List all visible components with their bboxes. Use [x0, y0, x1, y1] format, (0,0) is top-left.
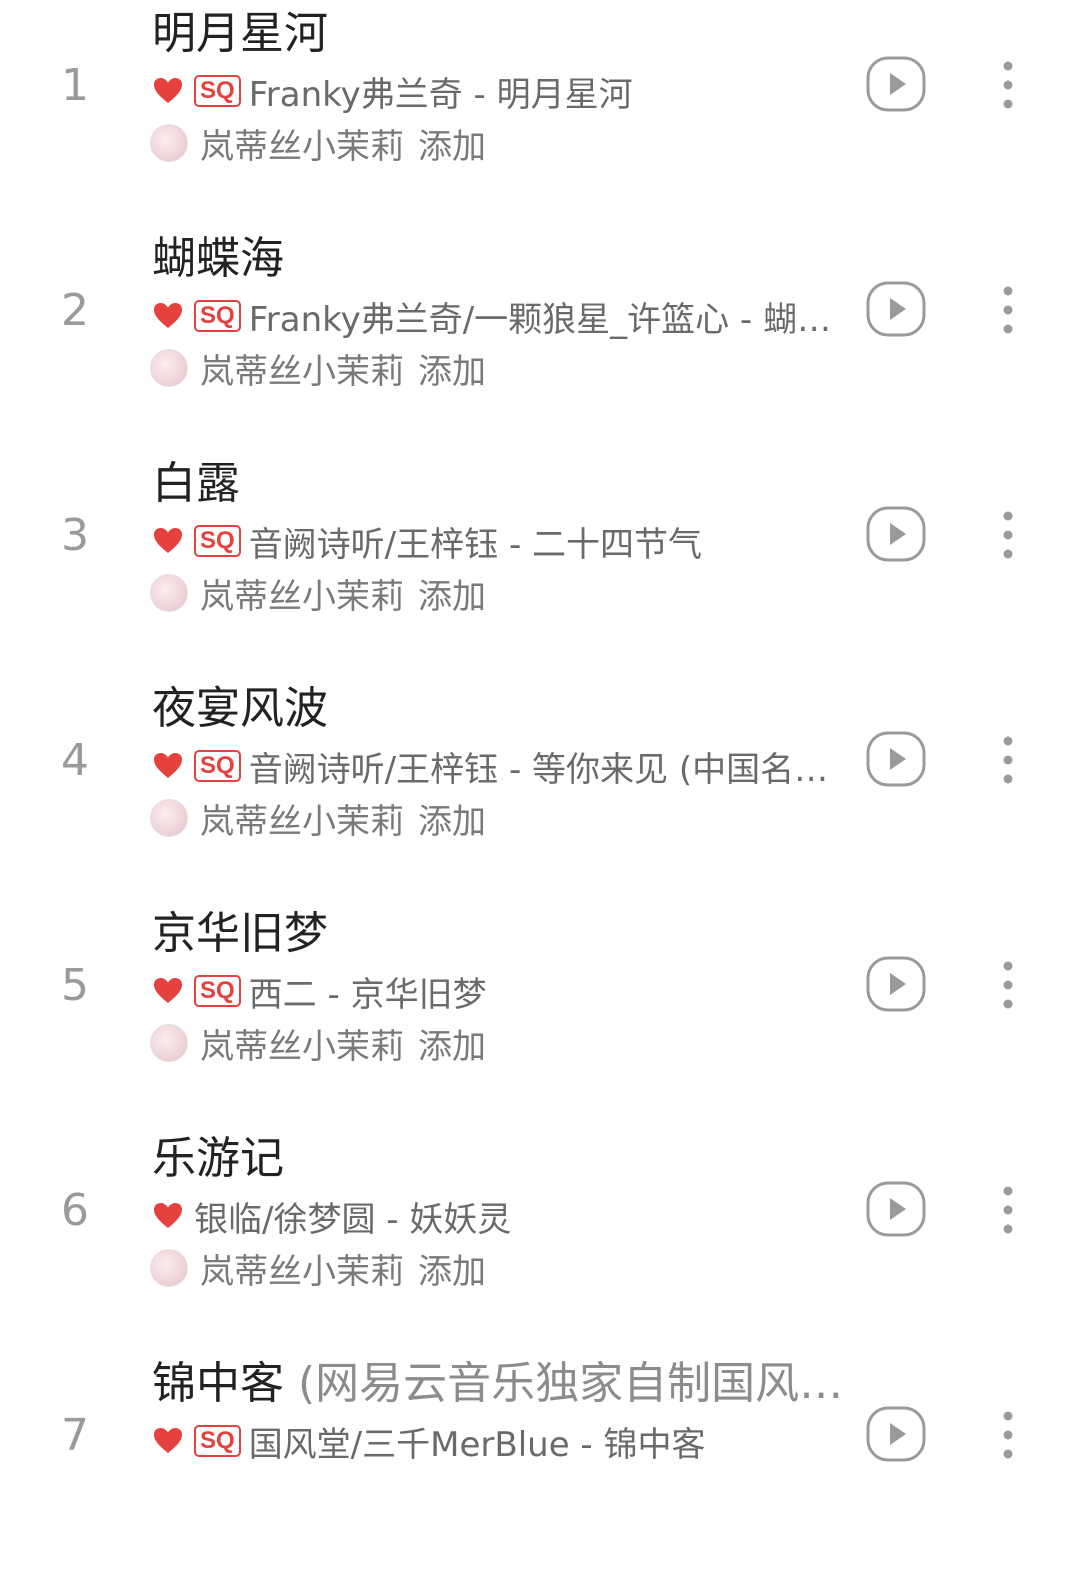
play-circle-icon[interactable] — [866, 56, 926, 112]
more-vertical-icon[interactable] — [990, 958, 1026, 1012]
added-by-line: 岚蒂丝小茉莉 添加 — [150, 568, 486, 618]
avatar — [150, 574, 188, 612]
song-title-main: 京华旧梦 — [152, 908, 328, 959]
added-by-line: 岚蒂丝小茉莉 添加 — [150, 793, 486, 843]
song-rank: 5 — [61, 960, 89, 1011]
song-meta: SQ Franky弗兰奇/一颗狼星_许篮心 - 蝴… — [152, 291, 842, 341]
avatar — [150, 799, 188, 837]
artist-album-text: 国风堂/三千MerBlue - 锦中客 — [248, 1424, 706, 1465]
song-title: 乐游记 — [152, 1131, 284, 1187]
song-rank: 6 — [61, 1185, 89, 1236]
sq-badge: SQ — [194, 300, 241, 332]
added-by-user: 岚蒂丝小茉莉 — [200, 1026, 404, 1067]
added-by-user: 岚蒂丝小茉莉 — [200, 801, 404, 842]
heart-icon[interactable] — [152, 975, 184, 1007]
heart-icon[interactable] — [152, 750, 184, 782]
more-vertical-icon[interactable] — [990, 58, 1026, 112]
heart-icon[interactable] — [152, 1200, 184, 1232]
song-title-main: 锦中客 — [152, 1358, 284, 1409]
song-title-main: 白露 — [152, 458, 240, 509]
artist-album-text: 音阙诗听/王梓钰 - 等你来见 (中国名… — [248, 749, 829, 790]
added-by-line: 岚蒂丝小茉莉 添加 — [150, 118, 486, 168]
song-title-main: 乐游记 — [152, 1133, 284, 1184]
song-row-4[interactable]: 4 夜宴风波 SQ 音阙诗听/王梓钰 - 等你来见 (中国名… 岚蒂丝小茉莉 添… — [0, 675, 1080, 900]
artist-album-text: 音阙诗听/王梓钰 - 二十四节气 — [248, 524, 703, 565]
song-title: 京华旧梦 — [152, 906, 328, 962]
sq-badge: SQ — [194, 525, 241, 557]
added-by-line: 岚蒂丝小茉莉 添加 — [150, 1018, 486, 1068]
song-title: 明月星河 — [152, 6, 328, 62]
song-meta: SQ 音阙诗听/王梓钰 - 二十四节气 — [152, 516, 842, 566]
heart-icon[interactable] — [152, 1425, 184, 1457]
play-circle-icon[interactable] — [866, 1406, 926, 1462]
artist-album-text: Franky弗兰奇/一颗狼星_许篮心 - 蝴… — [248, 299, 832, 340]
song-title: 夜宴风波 — [152, 681, 328, 737]
song-row-2[interactable]: 2 蝴蝶海 SQ Franky弗兰奇/一颗狼星_许篮心 - 蝴… 岚蒂丝小茉莉 … — [0, 225, 1080, 450]
added-label: 添加 — [418, 1026, 486, 1067]
added-by-user: 岚蒂丝小茉莉 — [200, 576, 404, 617]
added-label: 添加 — [418, 126, 486, 167]
song-title: 锦中客 (网易云音乐独家自制国风… — [152, 1356, 843, 1412]
play-circle-icon[interactable] — [866, 956, 926, 1012]
song-rank: 7 — [61, 1410, 89, 1461]
sq-badge: SQ — [194, 975, 241, 1007]
added-by-user: 岚蒂丝小茉莉 — [200, 1251, 404, 1292]
added-label: 添加 — [418, 801, 486, 842]
play-circle-icon[interactable] — [866, 731, 926, 787]
song-list: 1 明月星河 SQ Franky弗兰奇 - 明月星河 岚蒂丝小茉莉 添加 2 蝴… — [0, 0, 1080, 1465]
added-label: 添加 — [418, 1251, 486, 1292]
play-circle-icon[interactable] — [866, 1181, 926, 1237]
added-label: 添加 — [418, 576, 486, 617]
added-by-line: 岚蒂丝小茉莉 添加 — [150, 1243, 486, 1293]
more-vertical-icon[interactable] — [990, 1408, 1026, 1462]
song-meta: SQ 音阙诗听/王梓钰 - 等你来见 (中国名… — [152, 741, 842, 791]
artist-album-text: Franky弗兰奇 - 明月星河 — [248, 74, 633, 115]
song-rank: 4 — [61, 735, 89, 786]
added-by-user: 岚蒂丝小茉莉 — [200, 351, 404, 392]
song-rank: 1 — [61, 60, 89, 111]
heart-icon[interactable] — [152, 300, 184, 332]
heart-icon[interactable] — [152, 525, 184, 557]
avatar — [150, 1249, 188, 1287]
song-row-3[interactable]: 3 白露 SQ 音阙诗听/王梓钰 - 二十四节气 岚蒂丝小茉莉 添加 — [0, 450, 1080, 675]
more-vertical-icon[interactable] — [990, 283, 1026, 337]
sq-badge: SQ — [194, 750, 241, 782]
sq-badge: SQ — [194, 1425, 241, 1457]
song-row-5[interactable]: 5 京华旧梦 SQ 西二 - 京华旧梦 岚蒂丝小茉莉 添加 — [0, 900, 1080, 1125]
song-rank: 3 — [61, 510, 89, 561]
song-title: 白露 — [152, 456, 240, 512]
song-rank: 2 — [61, 285, 89, 336]
avatar — [150, 349, 188, 387]
more-vertical-icon[interactable] — [990, 733, 1026, 787]
song-title: 蝴蝶海 — [152, 231, 284, 287]
more-vertical-icon[interactable] — [990, 1183, 1026, 1237]
song-title-extra: (网易云音乐独家自制国风… — [284, 1358, 844, 1409]
song-meta: SQ 国风堂/三千MerBlue - 锦中客 — [152, 1416, 842, 1466]
song-title-main: 蝴蝶海 — [152, 233, 284, 284]
song-row-6[interactable]: 6 乐游记 银临/徐梦圆 - 妖妖灵 岚蒂丝小茉莉 添加 — [0, 1125, 1080, 1350]
sq-badge: SQ — [194, 75, 241, 107]
song-row-1[interactable]: 1 明月星河 SQ Franky弗兰奇 - 明月星河 岚蒂丝小茉莉 添加 — [0, 0, 1080, 225]
play-circle-icon[interactable] — [866, 281, 926, 337]
added-by-line: 岚蒂丝小茉莉 添加 — [150, 343, 486, 393]
song-title-main: 明月星河 — [152, 8, 328, 59]
song-meta: SQ 西二 - 京华旧梦 — [152, 966, 842, 1016]
song-meta: SQ Franky弗兰奇 - 明月星河 — [152, 66, 842, 116]
song-title-main: 夜宴风波 — [152, 683, 328, 734]
added-by-user: 岚蒂丝小茉莉 — [200, 126, 404, 167]
added-label: 添加 — [418, 351, 486, 392]
song-meta: 银临/徐梦圆 - 妖妖灵 — [152, 1191, 842, 1241]
avatar — [150, 1024, 188, 1062]
artist-album-text: 西二 - 京华旧梦 — [248, 974, 487, 1015]
heart-icon[interactable] — [152, 75, 184, 107]
added-by-line — [150, 1468, 164, 1518]
artist-album-text: 银临/徐梦圆 - 妖妖灵 — [194, 1199, 512, 1240]
song-row-7[interactable]: 7 锦中客 (网易云音乐独家自制国风… SQ 国风堂/三千MerBlue - 锦… — [0, 1350, 1080, 1575]
play-circle-icon[interactable] — [866, 506, 926, 562]
more-vertical-icon[interactable] — [990, 508, 1026, 562]
avatar — [150, 124, 188, 162]
